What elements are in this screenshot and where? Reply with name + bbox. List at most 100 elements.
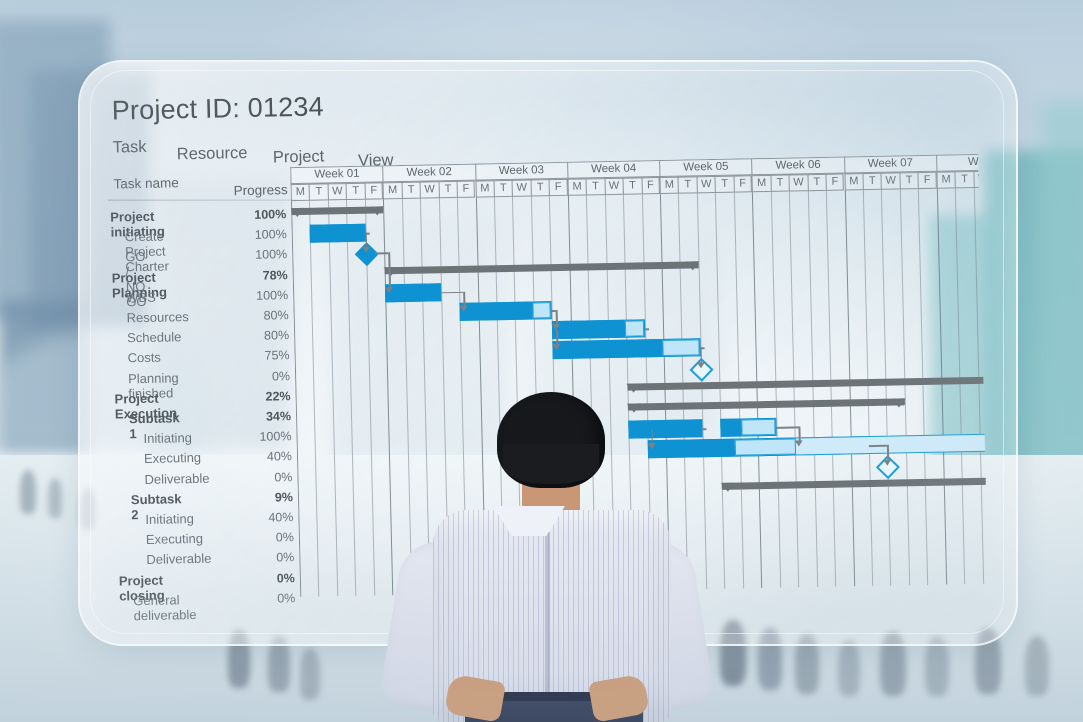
day-header-cell: M [567,178,587,196]
grid-line [807,191,818,588]
grid-line [789,191,800,588]
grid-line [936,188,947,585]
task-row-name[interactable]: Deliverable [144,470,209,486]
dependency-link-vertical [555,310,558,326]
task-row-name[interactable]: Deliverable [146,551,211,567]
task-row-name[interactable]: Initiating [143,430,192,446]
day-header-cell: W [880,172,900,190]
dependency-link-horizontal [644,328,649,331]
day-header-cell: W [419,181,439,199]
dependency-link-vertical [798,426,801,442]
grid-line [825,190,837,587]
task-row-name[interactable]: Costs [127,350,161,366]
page-title: Project ID: 01234 [111,91,325,126]
task-row-progress: 0% [275,530,295,545]
gantt-milestone-diamond[interactable] [986,452,989,477]
day-header-cell: F [641,177,660,195]
day-header-cell: F [364,182,384,200]
gantt-summary-cap [983,376,989,386]
dependency-link-horizontal [374,252,389,255]
grid-line [862,190,874,587]
dependency-arrowhead [696,361,705,368]
day-header-cell: T [438,180,457,199]
column-header-task-name: Task name [113,175,179,192]
person-body [378,392,716,722]
dependency-link-vertical [700,347,703,363]
day-header-cell: W [327,183,347,201]
day-header-cell: M [290,183,310,202]
day-header-cell: T [807,173,826,192]
gantt-task-bar[interactable] [459,301,553,321]
task-row-name[interactable]: General deliverable [133,592,197,623]
task-row-progress: 100% [254,227,287,243]
task-row-name[interactable]: Executing [146,531,203,547]
dependency-arrowhead [883,459,892,466]
gantt-task-bar[interactable] [309,223,366,243]
task-row-name[interactable]: Resources [126,309,188,325]
task-row-name[interactable]: WBS [126,290,156,306]
gantt-task-bar[interactable] [794,433,989,456]
grid-line [881,189,892,586]
dependency-link-vertical [556,330,559,346]
day-header-cell: T [308,183,328,201]
grid-line [309,200,320,597]
person-foreground [378,392,716,722]
day-header-cell: T [401,181,421,199]
day-header-cell: T [770,174,789,192]
menu-item-task[interactable]: Task [112,138,146,158]
task-row-name[interactable]: Initiating [145,511,194,527]
day-header-cell: M [751,174,771,193]
task-row-progress: 22% [265,388,291,404]
day-header-cell: M [936,171,956,189]
day-header-cell: W [973,170,989,189]
gantt-bar-remaining [662,339,700,357]
day-header-cell: M [659,176,679,195]
task-row-progress: 9% [274,489,294,505]
gantt-summary-bar[interactable] [384,260,699,274]
gantt-task-bar[interactable] [385,283,441,303]
gantt-summary-cap [985,477,989,487]
gantt-task-bar[interactable] [720,418,777,438]
day-header-cell: T [345,182,365,201]
gantt-summary-bar[interactable] [722,477,989,490]
day-header-cell: T [585,178,605,196]
gantt-summary-cap [721,482,736,492]
dependency-arrowhead [794,440,804,447]
task-row-progress: 78% [262,267,288,283]
task-row-name[interactable]: Executing [144,450,201,466]
day-header-cell: F [825,173,845,191]
menu-item-project[interactable]: Project [273,147,325,167]
task-row-name[interactable]: Schedule [127,329,182,345]
day-header-cell: T [677,176,697,194]
day-header-cell: W [696,175,716,194]
week-header-cell: Week 02 [382,163,476,183]
task-row-progress: 100% [256,287,289,303]
gantt-task-bar[interactable] [552,338,701,360]
week-header-cell: Week 04 [566,160,660,179]
menu-item-resource[interactable]: Resource [177,144,248,164]
gantt-summary-cap [383,266,398,276]
task-row-progress: 100% [255,247,288,263]
gantt-summary-cap [370,206,385,216]
column-header-progress: Progress [233,182,288,199]
task-row-progress: 80% [263,308,289,323]
day-header-cell: F [456,180,476,198]
day-header-cell: T [899,172,919,190]
task-row-progress: 100% [259,429,292,444]
day-header-cell: W [788,174,808,192]
grid-line [715,192,726,589]
day-header-cell: F [917,171,937,190]
gantt-summary-cap [891,398,906,408]
grid-line [752,192,763,589]
gantt-summary-cap [685,260,700,271]
grid-line [899,189,911,586]
gantt-summary-bar[interactable] [627,376,989,391]
gantt-task-bar[interactable] [552,319,645,340]
dependency-arrowhead [459,305,468,312]
day-header-cell: T [622,177,642,195]
task-row-progress: 0% [274,469,293,485]
gantt-bar-remaining [532,302,552,319]
task-row-progress: 75% [264,348,290,364]
day-header-cell: T [530,179,550,197]
gantt-summary-cap [290,207,305,218]
